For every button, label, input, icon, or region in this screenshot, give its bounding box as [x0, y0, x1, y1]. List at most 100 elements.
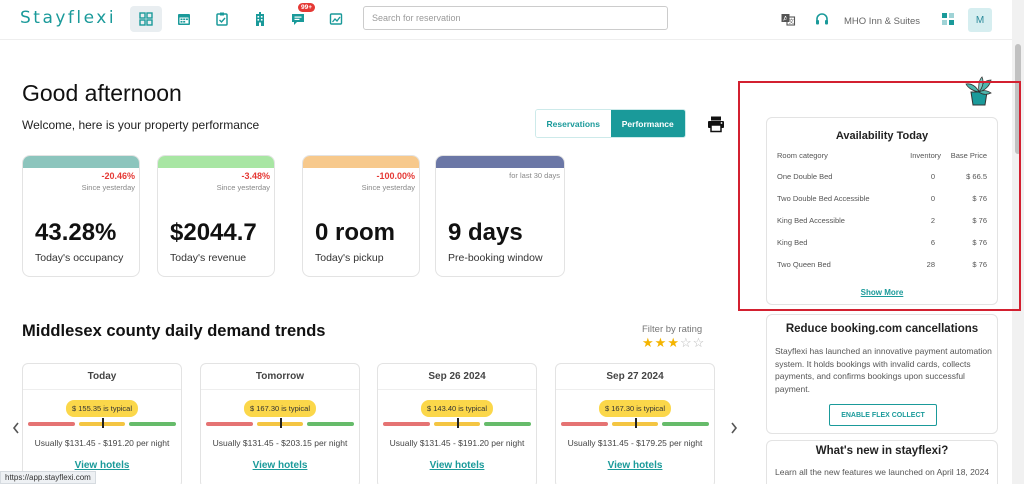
tab-reservations[interactable]: Reservations — [536, 110, 611, 137]
availability-row: King Bed 6 $ 76 — [777, 238, 987, 252]
star-outline-icon[interactable]: ☆ — [693, 335, 706, 350]
flex-collect-description: Stayflexi has launched an innovative pay… — [775, 346, 992, 394]
hotel-name[interactable]: MHO Inn & Suites — [844, 16, 920, 27]
divider — [201, 389, 359, 390]
demand-day: Sep 27 2024 — [606, 371, 664, 382]
metric-label: Today's pickup — [315, 252, 384, 264]
whats-new-title: What's new in stayflexi? — [815, 445, 949, 457]
metric-value: $2044.7 — [170, 219, 257, 246]
room-inventory: 6 — [930, 238, 935, 247]
metric-value: 43.28% — [35, 219, 117, 246]
headset-icon[interactable] — [806, 6, 838, 32]
availability-row: Two Queen Bed 28 $ 76 — [777, 260, 987, 274]
dashboard-icon[interactable] — [130, 6, 162, 32]
print-icon[interactable] — [707, 115, 725, 133]
col-base-price: Base Price — [950, 151, 987, 160]
view-hotels-link[interactable]: View hotels — [201, 460, 359, 471]
view-hotels-link[interactable]: View hotels — [23, 460, 181, 471]
demand-day: Tomorrow — [255, 371, 305, 382]
room-inventory: 28 — [926, 260, 935, 269]
demand-card-tomorrow: Tomorrow $ 167.30 is typical Usually $13… — [200, 363, 360, 484]
divider — [378, 389, 536, 390]
availability-header-row: Room category Inventory Base Price — [777, 151, 987, 165]
room-category: King Bed Accessible — [777, 216, 845, 225]
usual-price-range: Usually $131.45 - $191.20 per night — [389, 438, 525, 448]
demand-section-title: Middlesex county daily demand trends — [22, 322, 326, 340]
star-outline-icon[interactable]: ☆ — [680, 335, 693, 350]
metric-card-revenue[interactable]: -3.48% Since yesterday $2044.7 Today's r… — [157, 155, 275, 277]
metric-change: -100.00% — [376, 171, 415, 181]
whats-new-card: What's new in stayflexi? Learn all the n… — [766, 440, 998, 484]
chat-icon[interactable]: 99+ — [282, 3, 316, 32]
room-price: $ 76 — [972, 260, 987, 269]
flex-collect-card: Reduce booking.com cancellations Stayfle… — [766, 314, 998, 434]
demand-card-sep-27: Sep 27 2024 $ 167.30 is typical Usually … — [555, 363, 715, 484]
availability-row: One Double Bed 0 $ 66.5 — [777, 172, 987, 186]
star-icon[interactable]: ★ — [655, 335, 668, 350]
notification-badge: 99+ — [298, 3, 316, 12]
view-tabs: Reservations Performance — [535, 109, 686, 138]
rating-filter[interactable]: ★★★☆☆ — [642, 335, 705, 351]
metric-value: 9 days — [448, 219, 523, 246]
star-icon[interactable]: ★ — [667, 335, 680, 350]
availability-row: Two Double Bed Accessible 0 $ 76 — [777, 194, 987, 208]
chevron-right-icon[interactable] — [728, 420, 740, 436]
status-bar-url: https://app.stayflexi.com — [0, 471, 96, 484]
metric-card-prebooking[interactable]: for last 30 days 9 days Pre-booking wind… — [435, 155, 565, 277]
view-hotels-link[interactable]: View hotels — [378, 460, 536, 471]
room-price: $ 76 — [972, 216, 987, 225]
whats-new-description: Learn all the new features we launched o… — [775, 467, 990, 477]
star-icon[interactable]: ★ — [642, 335, 655, 350]
room-inventory: 0 — [930, 172, 935, 181]
metric-color-bar — [23, 156, 139, 168]
usual-price-range: Usually $131.45 - $203.15 per night — [212, 438, 348, 448]
room-category: Two Queen Bed — [777, 260, 831, 269]
chevron-left-icon[interactable] — [10, 420, 22, 436]
metric-label: Today's revenue — [170, 252, 247, 264]
metric-color-bar — [436, 156, 564, 168]
filter-rating-label: Filter by rating — [642, 324, 703, 335]
room-inventory: 2 — [930, 216, 935, 225]
avatar[interactable]: M — [968, 8, 992, 32]
tab-performance[interactable]: Performance — [610, 110, 685, 137]
calendar-icon[interactable] — [168, 6, 200, 32]
col-room-category: Room category — [777, 151, 828, 160]
hotel-icon[interactable] — [244, 6, 276, 32]
enable-flex-collect-button[interactable]: ENABLE FLEX COLLECT — [829, 404, 937, 426]
divider — [23, 389, 181, 390]
price-marker — [280, 418, 282, 428]
room-category: One Double Bed — [777, 172, 833, 181]
apps-icon[interactable] — [932, 6, 964, 32]
typical-price-badge: $ 167.30 is typical — [243, 400, 317, 417]
greeting-subtitle: Welcome, here is your property performan… — [22, 118, 260, 132]
room-price: $ 76 — [972, 238, 987, 247]
demand-day: Sep 26 2024 — [428, 371, 486, 382]
room-category: Two Double Bed Accessible — [777, 194, 870, 203]
clipboard-icon[interactable] — [206, 6, 238, 32]
search-input[interactable] — [363, 6, 668, 30]
svg-text:文: 文 — [789, 18, 795, 26]
metric-card-pickup[interactable]: -100.00% Since yesterday 0 room Today's … — [302, 155, 420, 277]
usual-price-range: Usually $131.45 - $191.20 per night — [34, 438, 170, 448]
availability-title: Availability Today — [835, 130, 929, 142]
room-category: King Bed — [777, 238, 808, 247]
view-hotels-link[interactable]: View hotels — [556, 460, 714, 471]
metric-change: -3.48% — [241, 171, 270, 181]
metric-card-occupancy[interactable]: -20.46% Since yesterday 43.28% Today's o… — [22, 155, 140, 277]
metric-since: Since yesterday — [216, 183, 270, 192]
metric-value: 0 room — [315, 219, 396, 246]
metric-color-bar — [158, 156, 274, 168]
translate-icon[interactable]: A文 — [772, 6, 804, 32]
price-marker — [457, 418, 459, 428]
logo[interactable]: Stayflexi — [20, 8, 116, 28]
room-price: $ 76 — [972, 194, 987, 203]
col-inventory: Inventory — [910, 151, 941, 160]
show-more-link[interactable]: Show More — [767, 288, 997, 297]
demand-card-sep-26: Sep 26 2024 $ 143.40 is typical Usually … — [377, 363, 537, 484]
reports-icon[interactable] — [320, 6, 352, 32]
metric-since: Since yesterday — [361, 183, 415, 192]
metric-color-bar — [303, 156, 419, 168]
room-inventory: 0 — [930, 194, 935, 203]
typical-price-badge: $ 155.35 is typical — [65, 400, 139, 417]
room-price: $ 66.5 — [966, 172, 987, 181]
